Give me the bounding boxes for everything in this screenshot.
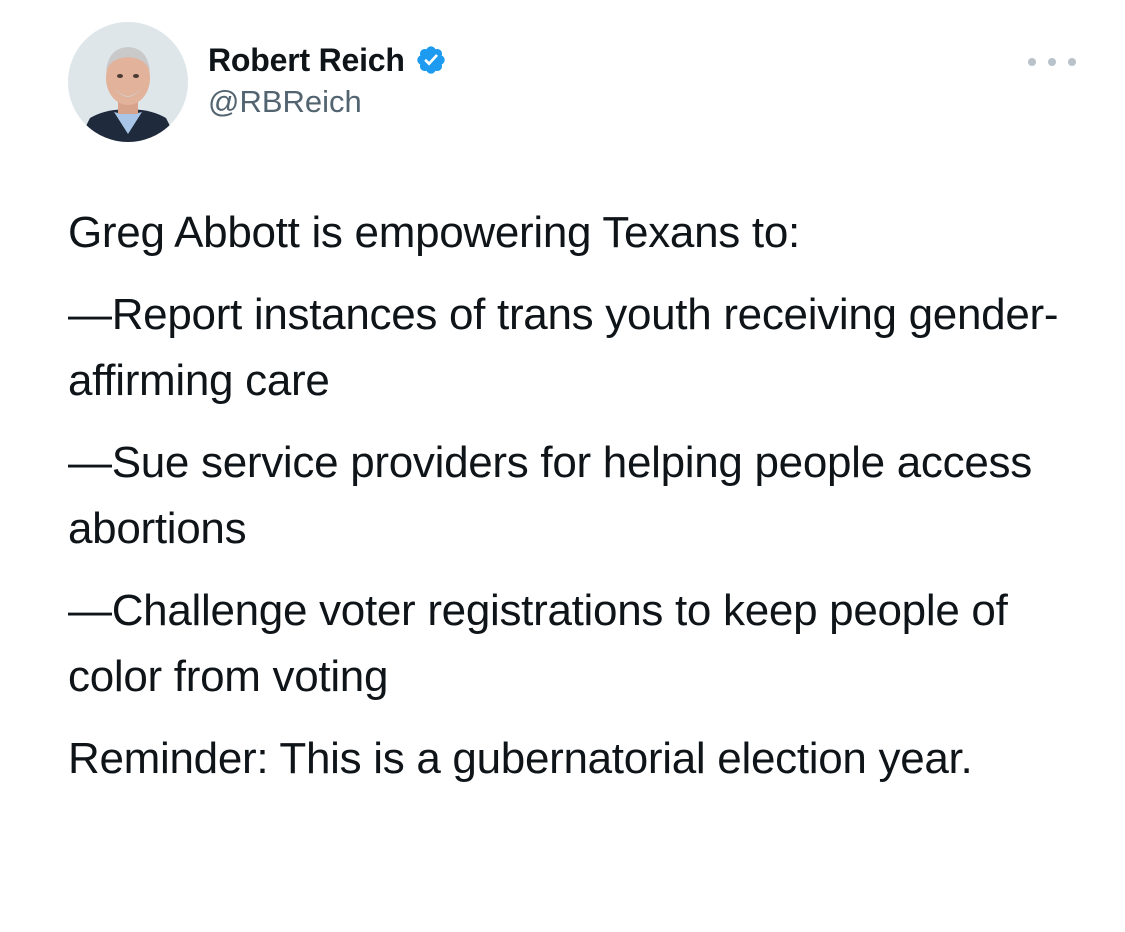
author-avatar[interactable]	[68, 22, 188, 142]
more-dot-icon	[1068, 58, 1076, 66]
tweet-paragraph: —Challenge voter registrations to keep p…	[68, 586, 1008, 701]
tweet-paragraph: Reminder: This is a gubernatorial electi…	[68, 734, 973, 783]
author-name-row[interactable]: Robert Reich	[208, 40, 447, 80]
verified-badge-icon	[417, 46, 445, 74]
author-name[interactable]: Robert Reich	[208, 42, 405, 79]
tweet-paragraph: —Sue service providers for helping peopl…	[68, 438, 1032, 553]
tweet-card: Robert Reich @RBReich Greg Abbott is emp…	[0, 0, 1125, 932]
more-dot-icon	[1048, 58, 1056, 66]
more-options-button[interactable]	[1028, 50, 1076, 74]
tweet-paragraph: —Report instances of trans youth receivi…	[68, 290, 1059, 405]
tweet-text: Greg Abbott is empowering Texans to: —Re…	[68, 200, 1098, 808]
tweet-paragraph: Greg Abbott is empowering Texans to:	[68, 208, 800, 257]
avatar-photo-icon	[68, 22, 188, 142]
more-dot-icon	[1028, 58, 1036, 66]
author-handle[interactable]: @RBReich	[208, 84, 362, 120]
